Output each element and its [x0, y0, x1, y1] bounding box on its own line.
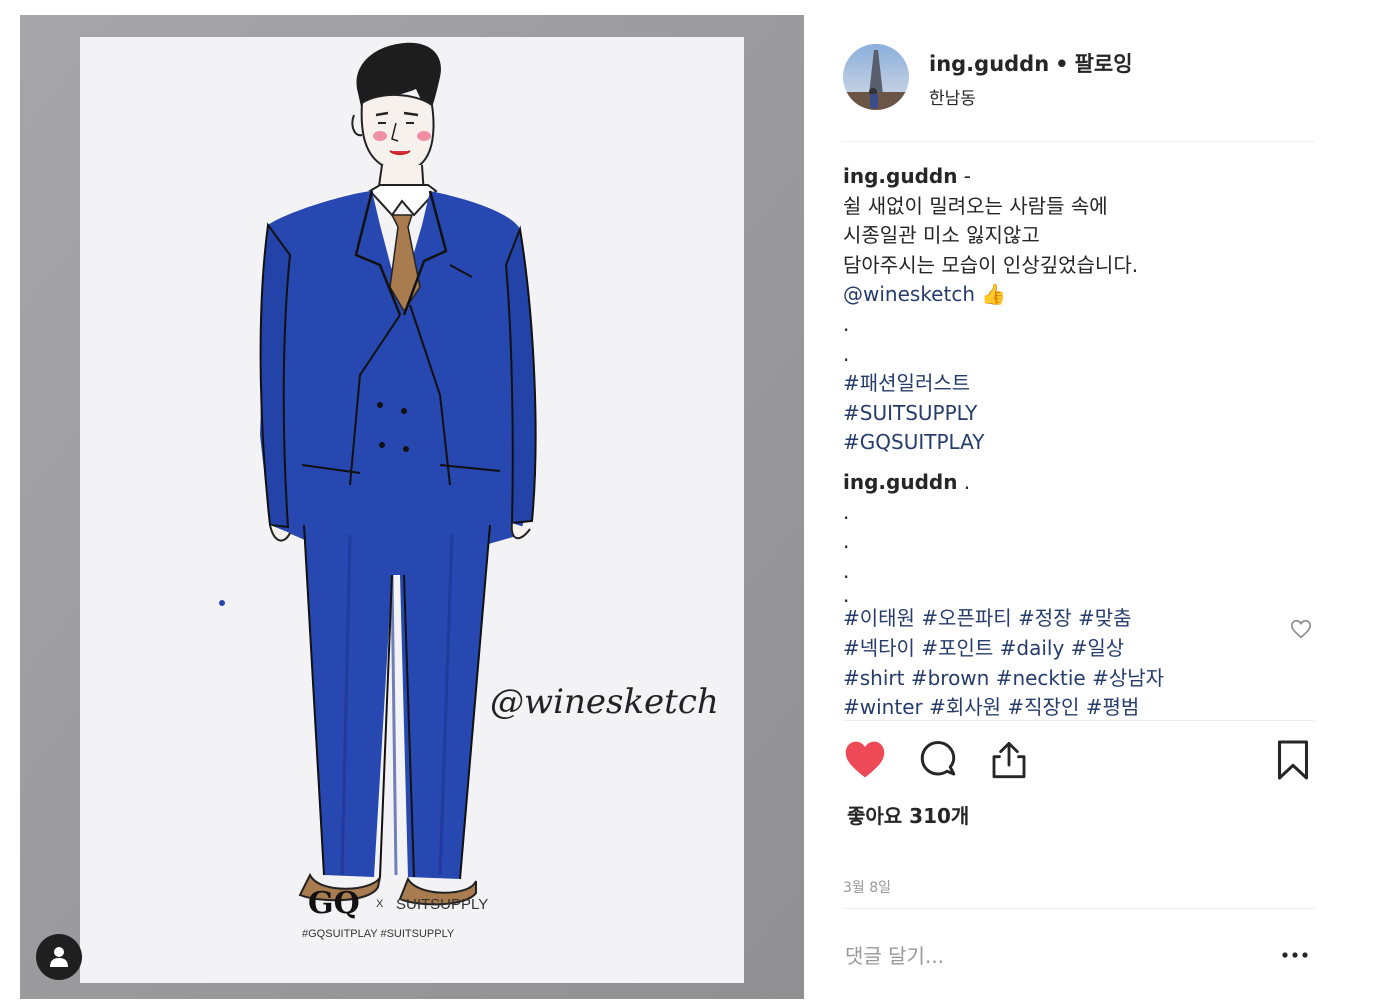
- add-comment-input[interactable]: [845, 939, 1225, 973]
- comments-divider: [843, 720, 1315, 721]
- brand-hashtags: #GQSUITPLAY #SUITSUPPLY: [302, 928, 455, 940]
- comment-hashtags-line[interactable]: #넥타이 #포인트 #daily #일상: [843, 634, 1315, 664]
- footer-divider: [843, 908, 1315, 909]
- thumbs-up-emoji: 👍: [981, 282, 1007, 307]
- comment-hashtags-line[interactable]: #이태원 #오픈파티 #정장 #맞춤: [843, 604, 1315, 634]
- brand-gq: GQ: [308, 886, 360, 921]
- header-username-line: ing.guddn • 팔로잉: [929, 48, 1133, 78]
- comment-hashtags-line[interactable]: #winter #회사원 #직장인 #평범: [843, 693, 1315, 718]
- follow-status-button[interactable]: 팔로잉: [1075, 52, 1133, 76]
- tagged-users-button[interactable]: [36, 934, 82, 980]
- comment-dot: .: [843, 583, 850, 608]
- caption-username[interactable]: ing.guddn: [843, 164, 957, 188]
- comment-username[interactable]: ing.guddn: [843, 470, 957, 494]
- post-photo[interactable]: @winesketch GQ X SUITSUPPLY #GQSUITPLAY …: [20, 15, 804, 999]
- caption-line: 쉴 새없이 밀려오는 사람들 속에: [843, 193, 1108, 218]
- brand-x: X: [376, 898, 384, 910]
- comment-hashtags-line[interactable]: #shirt #brown #necktie #상남자: [843, 664, 1315, 694]
- hashtag-link[interactable]: #GQSUITPLAY: [843, 428, 1315, 458]
- person-icon: [50, 947, 68, 967]
- post-date[interactable]: 3월 8일: [843, 877, 891, 897]
- caption-line: 시종일관 미소 잃지않고: [843, 223, 1040, 248]
- heart-filled-icon[interactable]: [843, 738, 887, 782]
- comment-like-heart-icon[interactable]: [1290, 618, 1312, 640]
- avatar-image: [843, 44, 909, 110]
- comments-area[interactable]: ing.guddn - 쉴 새없이 밀려오는 사람들 속에 시종일관 미소 잃지…: [843, 162, 1315, 718]
- post-header: ing.guddn • 팔로잉 한남동: [843, 44, 1315, 116]
- brand-suitsupply: SUITSUPPLY: [396, 896, 488, 913]
- action-bar: [843, 738, 1315, 788]
- caption-mention-line: @winesketch 👍: [843, 280, 1315, 310]
- caption-dot: .: [843, 341, 850, 366]
- post-details-panel: ing.guddn • 팔로잉 한남동 ing.guddn - 쉴 새없이 밀려오는…: [843, 0, 1315, 1008]
- caption-header-line: ing.guddn -: [843, 162, 1315, 192]
- hashtag-link[interactable]: #SUITSUPPLY: [843, 399, 1315, 429]
- comment-dot: .: [843, 529, 850, 554]
- hashtag-link[interactable]: #패션일러스트: [843, 369, 1315, 399]
- more-options-icon[interactable]: [1281, 945, 1309, 965]
- bookmark-icon[interactable]: [1275, 738, 1311, 782]
- location-link[interactable]: 한남동: [929, 84, 976, 109]
- caption-dot: .: [843, 311, 850, 336]
- comment-bubble-icon[interactable]: [917, 738, 959, 782]
- header-username[interactable]: ing.guddn: [929, 52, 1049, 76]
- avatar[interactable]: [843, 44, 909, 110]
- watermark-text: @winesketch: [490, 682, 719, 722]
- share-icon[interactable]: [989, 738, 1029, 782]
- mention-link[interactable]: @winesketch: [843, 282, 975, 306]
- comment-dot: .: [843, 499, 850, 524]
- likes-count[interactable]: 좋아요 310개: [847, 800, 969, 829]
- header-separator: •: [1055, 52, 1069, 76]
- suit-illustration: @winesketch GQ X SUITSUPPLY #GQSUITPLAY …: [20, 15, 804, 999]
- caption-first-line: -: [963, 164, 972, 188]
- header-divider: [843, 141, 1315, 142]
- caption-line: 담아주시는 모습이 인상깊었습니다.: [843, 252, 1139, 277]
- comment-dot: .: [843, 558, 850, 583]
- comment-first-line: .: [963, 469, 971, 494]
- comment-header-line: ing.guddn .: [843, 468, 1315, 498]
